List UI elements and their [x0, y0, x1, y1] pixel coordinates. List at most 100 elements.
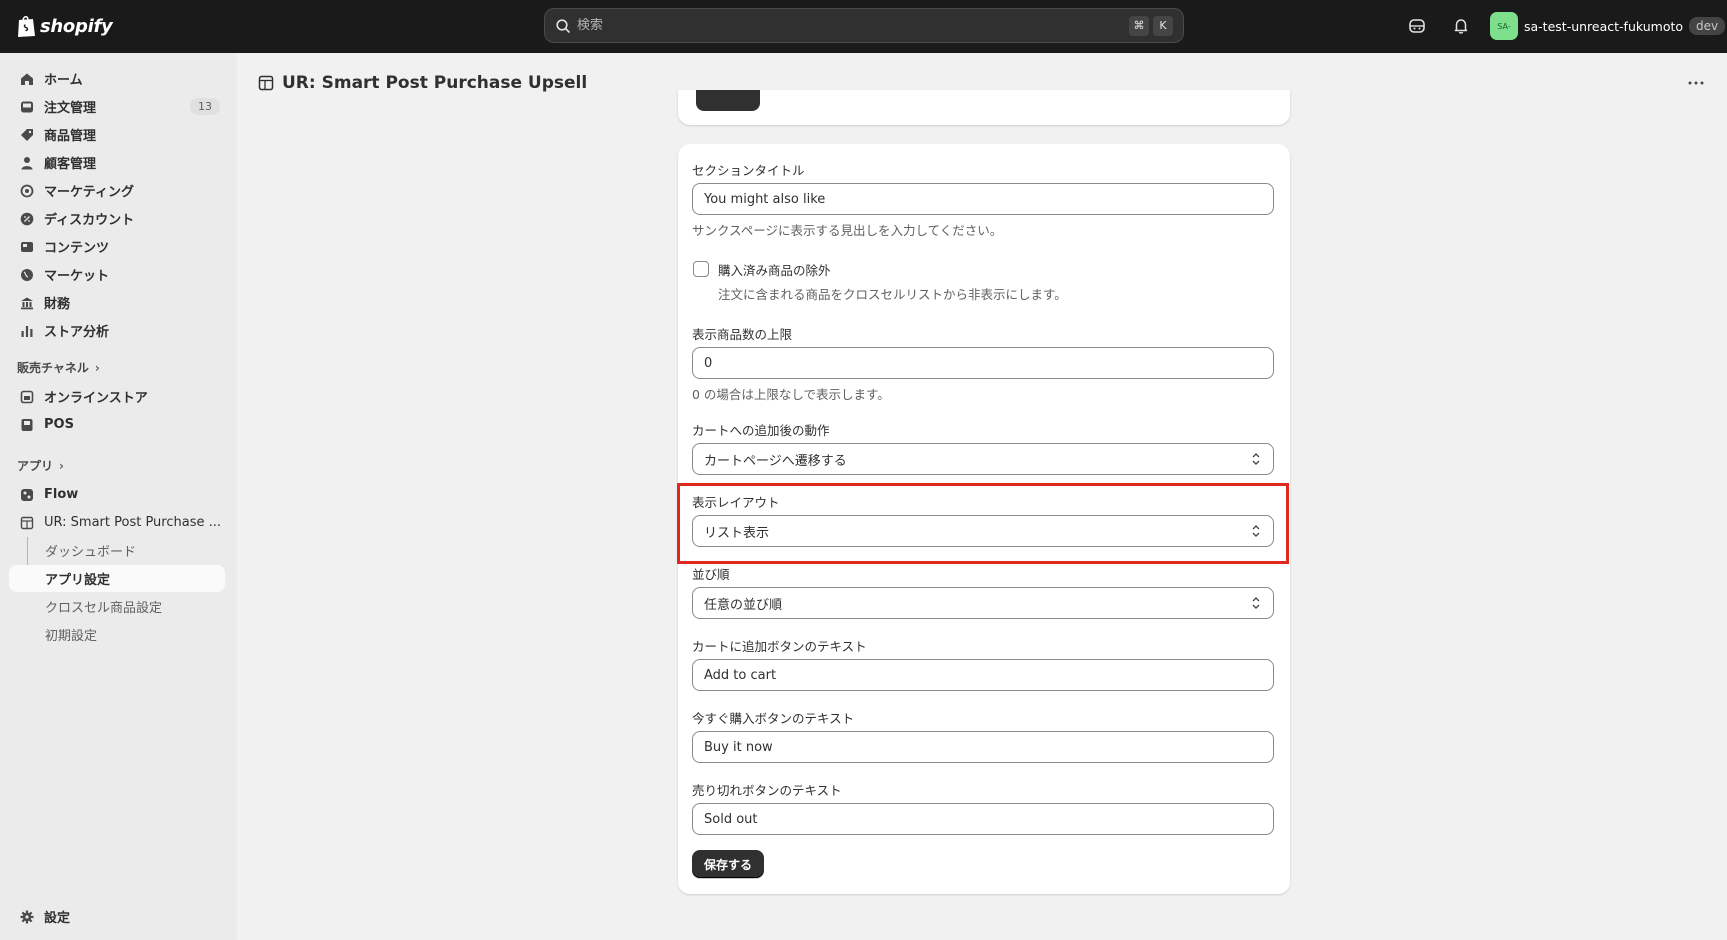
bank-icon [19, 295, 35, 311]
exclude-purchased-checkbox[interactable] [693, 261, 709, 277]
sidebar-subitem-crosssell[interactable]: クロスセル商品設定 [35, 593, 225, 620]
previous-card-button[interactable] [696, 90, 760, 111]
sidebar-item-products[interactable]: 商品管理 [9, 121, 225, 148]
top-bar: shopify ⌘ K SA- sa-test-unreact-fukumoto… [0, 0, 1727, 53]
sort-order-label: 並び順 [692, 567, 730, 582]
buy-now-text-input[interactable]: Buy it now [692, 731, 1274, 763]
sidebar-item-label: クロスセル商品設定 [45, 601, 163, 616]
sidebar-item-flow[interactable]: Flow [9, 481, 225, 508]
chart-icon [19, 323, 35, 339]
max-products-input[interactable]: 0 [692, 347, 1274, 379]
sidebar-subitem-app-settings[interactable]: アプリ設定 [9, 565, 225, 592]
globe-icon [19, 267, 35, 283]
more-actions-icon[interactable] [1684, 73, 1708, 93]
target-icon [19, 183, 35, 199]
section-title-help: サンクスページに表示する見出しを入力してください。 [692, 223, 1003, 238]
sidebar-item-label: アプリ設定 [45, 573, 111, 588]
section-heading-label: 販売チャネル [17, 361, 89, 375]
sidebar-item-label: ディスカウント [44, 213, 135, 228]
chevron-right-icon: › [94, 360, 100, 375]
max-products-help: 0 の場合は上限なしで表示します。 [692, 387, 890, 402]
max-products-label: 表示商品数の上限 [692, 327, 793, 342]
sidebar-item-label: ダッシュボード [45, 545, 137, 560]
sort-order-value: 任意の並び順 [704, 597, 783, 613]
sidebar-item-label: マーケット [44, 269, 110, 284]
tag-icon [19, 127, 35, 143]
sidebar-subitem-dashboard[interactable]: ダッシュボード [35, 537, 225, 564]
sidebar-item-upsell-app[interactable]: UR: Smart Post Purchase ... [9, 509, 225, 536]
sidebar-item-discounts[interactable]: ディスカウント [9, 205, 225, 232]
buy-now-text-value: Buy it now [704, 739, 773, 755]
avatar: SA- [1490, 12, 1518, 40]
sidebar-item-label: 顧客管理 [44, 157, 97, 172]
search-input[interactable] [577, 18, 1125, 33]
discount-icon [19, 211, 35, 227]
sidebar-item-label: ストア分析 [44, 325, 110, 340]
sidebar-item-customers[interactable]: 顧客管理 [9, 149, 225, 176]
person-icon [19, 155, 35, 171]
sidebar-item-label: マーケティング [44, 185, 134, 200]
k-key-hint: K [1153, 15, 1173, 36]
save-button[interactable]: 保存する [692, 850, 765, 878]
sales-channels-heading[interactable]: 販売チャネル › [17, 359, 100, 376]
after-add-value: カートページへ遷移する [704, 453, 847, 469]
sidebar-item-online-store[interactable]: オンラインストア [9, 383, 225, 410]
sidebar-item-label: UR: Smart Post Purchase ... [44, 515, 222, 530]
sidebar-item-label: Flow [44, 487, 79, 502]
chevron-right-icon: › [59, 458, 64, 473]
app-icon [19, 515, 35, 531]
command-key-hint: ⌘ [1129, 15, 1149, 36]
shopify-logo[interactable]: shopify [16, 12, 113, 40]
sidebar-item-settings[interactable]: 設定 [9, 903, 225, 930]
select-chevron-icon [1252, 597, 1260, 609]
after-add-select[interactable]: カートページへ遷移する [692, 443, 1274, 475]
sidebar-item-label: 注文管理 [44, 101, 97, 116]
sidebar-item-marketing[interactable]: マーケティング [9, 177, 225, 204]
sold-out-text-label: 売り切れボタンのテキスト [692, 783, 842, 798]
store-name: sa-test-unreact-fukumoto [1524, 18, 1684, 34]
search-bar[interactable]: ⌘ K [544, 8, 1184, 43]
sidekick-icon[interactable] [1406, 15, 1428, 37]
sidebar-item-markets[interactable]: マーケット [9, 261, 225, 288]
page-title: UR: Smart Post Purchase Upsell [282, 73, 588, 93]
section-title-input[interactable]: You might also like [692, 183, 1274, 215]
sidebar-item-analytics[interactable]: ストア分析 [9, 317, 225, 344]
orders-count-badge: 13 [190, 98, 220, 115]
sidebar-item-pos[interactable]: POS [9, 411, 225, 438]
section-heading-label: アプリ [17, 459, 54, 473]
sold-out-text-input[interactable]: Sold out [692, 803, 1274, 835]
sidebar-item-home[interactable]: ホーム [9, 65, 225, 92]
sidebar-item-content[interactable]: コンテンツ [9, 233, 225, 260]
add-to-cart-text-value: Add to cart [704, 667, 777, 683]
sidebar-item-finance[interactable]: 財務 [9, 289, 225, 316]
sidebar-item-label: オンラインストア [44, 391, 148, 406]
bell-icon[interactable] [1450, 15, 1472, 37]
page-header: UR: Smart Post Purchase Upsell [258, 70, 587, 96]
sidebar-subitem-initial-setup[interactable]: 初期設定 [35, 621, 225, 648]
select-chevron-icon [1252, 453, 1260, 465]
previous-card [678, 90, 1290, 125]
after-add-label: カートへの追加後の動作 [692, 423, 830, 438]
highlight-box [677, 483, 1289, 564]
sidebar-item-label: POS [44, 417, 74, 432]
sidebar-item-label: 設定 [44, 911, 71, 926]
add-to-cart-text-input[interactable]: Add to cart [692, 659, 1274, 691]
apps-heading[interactable]: アプリ › [17, 457, 64, 474]
store-menu[interactable]: SA- sa-test-unreact-fukumoto dev [1490, 11, 1726, 41]
inbox-icon [19, 99, 35, 115]
sidebar-item-label: 商品管理 [44, 129, 97, 144]
content-icon [19, 239, 35, 255]
store-icon [19, 389, 35, 405]
sidebar-item-orders[interactable]: 注文管理 13 [9, 93, 225, 120]
buy-now-text-label: 今すぐ購入ボタンのテキスト [692, 711, 855, 726]
exclude-purchased-label: 購入済み商品の除外 [718, 263, 831, 278]
exclude-purchased-help: 注文に含まれる商品をクロスセルリストから非表示にします。 [718, 287, 1067, 302]
sold-out-text-value: Sold out [704, 811, 758, 827]
sort-order-select[interactable]: 任意の並び順 [692, 587, 1274, 619]
max-products-value: 0 [704, 355, 713, 371]
sidebar-item-label: コンテンツ [44, 241, 110, 256]
section-title-value: You might also like [704, 191, 826, 207]
brand-name: shopify [40, 15, 113, 37]
search-icon [556, 18, 570, 33]
flow-icon [19, 487, 35, 503]
